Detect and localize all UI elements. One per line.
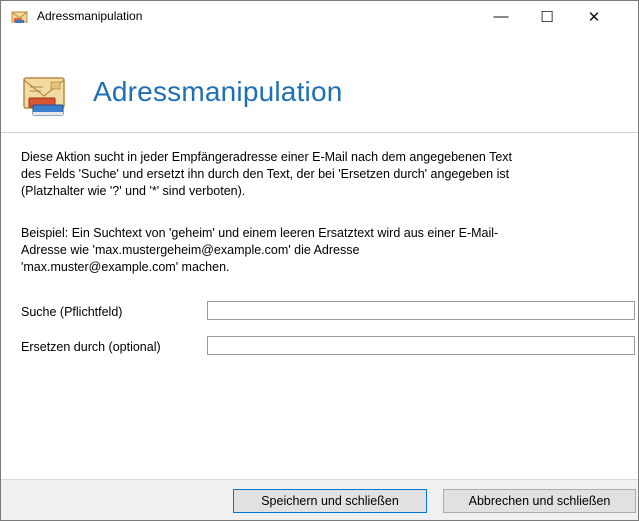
replace-label: Ersetzen durch (optional) <box>21 340 161 354</box>
header-divider <box>1 132 638 133</box>
mail-envelope-icon <box>23 77 65 116</box>
dialog-title: Adressmanipulation <box>93 76 343 107</box>
close-button[interactable]: ✕ <box>571 1 617 32</box>
description-line: Diese Aktion sucht in jeder Empfängeradr… <box>21 150 513 164</box>
maximize-button[interactable]: ☐ <box>524 1 570 32</box>
example-line: 'max.muster@example.com' machen. <box>21 260 230 274</box>
example-text: Beispiel: Ein Suchtext von 'geheim' und … <box>21 225 626 276</box>
search-input[interactable] <box>207 301 635 320</box>
dialog-header: Adressmanipulation <box>1 32 638 133</box>
description-line: (Platzhalter wie '?' und '*' sind verbot… <box>21 184 246 198</box>
dialog-window: Adressmanipulation — ☐ ✕ Adressmanipulat… <box>0 0 639 521</box>
dialog-footer: Speichern und schließen Abbrechen und sc… <box>1 479 638 520</box>
title-bar[interactable]: Adressmanipulation — ☐ ✕ <box>1 1 638 32</box>
cancel-and-close-button[interactable]: Abbrechen und schließen <box>443 489 636 513</box>
example-line: Beispiel: Ein Suchtext von 'geheim' und … <box>21 226 499 240</box>
minimize-button[interactable]: — <box>478 1 524 32</box>
example-line: Adresse wie 'max.mustergeheim@example.co… <box>21 243 360 257</box>
description-text: Diese Aktion sucht in jeder Empfängeradr… <box>21 149 621 200</box>
description-line: des Felds 'Suche' und ersetzt ihn durch … <box>21 167 510 181</box>
replace-input[interactable] <box>207 336 635 355</box>
save-and-close-button[interactable]: Speichern und schließen <box>233 489 427 513</box>
search-label: Suche (Pflichtfeld) <box>21 305 123 319</box>
mail-envelope-icon <box>11 11 28 23</box>
window-title: Adressmanipulation <box>37 9 143 23</box>
